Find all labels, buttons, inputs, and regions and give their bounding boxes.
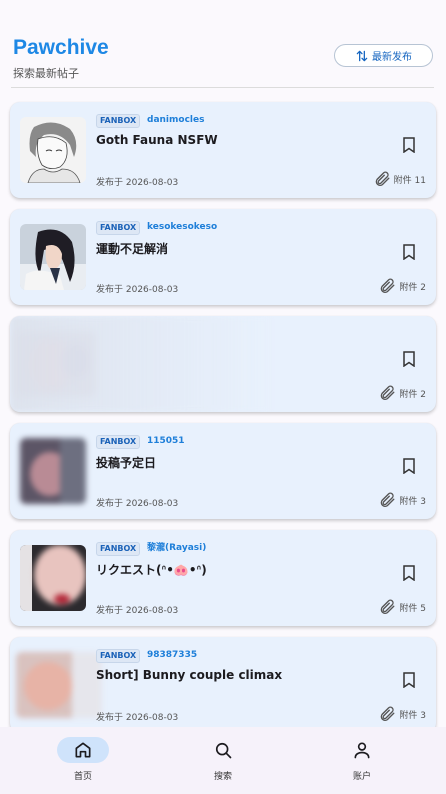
author-link[interactable]: 黎瀧(Rayasi) — [147, 542, 206, 554]
post-card[interactable]: FANBOX 115051 投稿予定日 发布于 2026-08-03 附件 3 — [10, 423, 436, 519]
bottom-navigation: 首页 搜索 账户 — [0, 727, 446, 794]
post-title: リクエスト(ᐢ•🐽•ᐢ) — [96, 563, 207, 577]
bookmark-icon[interactable] — [402, 351, 416, 367]
author-link[interactable]: kesokesokeso — [147, 221, 217, 233]
post-thumbnail — [20, 117, 86, 183]
platform-tag: FANBOX — [96, 114, 141, 128]
paperclip-icon — [381, 492, 395, 507]
post-thumbnail — [20, 545, 86, 611]
attachment-label: 附件 5 — [399, 603, 426, 614]
post-date: 发布于 2026-08-03 — [96, 178, 179, 188]
post-title: 運動不足解消 — [96, 242, 169, 256]
nav-account[interactable]: 账户 — [322, 737, 402, 787]
attachment-count: 附件 11 — [373, 170, 426, 188]
attachment-count: 附件 3 — [378, 705, 426, 723]
attachment-label: 附件 11 — [393, 175, 426, 186]
post-card[interactable]: FANBOX 98387335 Short] Bunny couple clim… — [10, 637, 436, 733]
paperclip-icon — [375, 171, 390, 186]
attachment-count: 附件 2 — [378, 384, 426, 402]
author-link[interactable]: 115051 — [147, 435, 185, 447]
bookmark-icon[interactable] — [402, 458, 416, 474]
nav-search[interactable]: 搜索 — [183, 737, 263, 787]
platform-tag: FANBOX — [96, 221, 141, 235]
author-link[interactable]: danimocles — [147, 114, 204, 126]
post-thumbnail — [20, 224, 86, 290]
attachment-label: 附件 2 — [399, 282, 426, 293]
paperclip-icon — [381, 599, 395, 614]
platform-tag: FANBOX — [96, 649, 141, 663]
post-date: 发布于 2026-08-03 — [96, 606, 179, 616]
person-icon — [354, 742, 370, 759]
post-date: 发布于 2026-08-03 — [96, 499, 179, 509]
bookmark-icon[interactable] — [402, 565, 416, 581]
bookmark-icon[interactable] — [402, 137, 416, 153]
post-card[interactable]: FANBOX kesokesokeso 運動不足解消 发布于 2026-08-0… — [10, 209, 436, 305]
attachment-count: 附件 5 — [378, 598, 426, 616]
author-link[interactable]: 98387335 — [147, 649, 197, 661]
nav-account-label: 账户 — [352, 772, 371, 782]
app-subtitle: 探索最新帖子 — [13, 67, 79, 80]
attachment-label: 附件 3 — [399, 496, 426, 507]
paperclip-icon — [381, 278, 395, 293]
post-thumbnail — [16, 652, 102, 718]
post-card[interactable]: FANBOX danimocles Goth Fauna NSFW 发布于 20… — [10, 102, 436, 198]
post-title: Goth Fauna NSFW — [96, 133, 218, 147]
paperclip-icon — [381, 385, 395, 400]
nav-home-label: 首页 — [73, 772, 92, 782]
post-card[interactable]: 附件 2 — [10, 316, 436, 412]
paperclip-icon — [381, 706, 395, 721]
nav-search-indicator — [197, 737, 249, 763]
nav-account-indicator — [336, 737, 388, 763]
nav-home-indicator — [57, 737, 109, 763]
bookmark-icon[interactable] — [402, 244, 416, 260]
post-title: 投稿予定日 — [96, 456, 157, 470]
sort-button[interactable]: 最新发布 — [334, 44, 433, 67]
search-icon — [215, 742, 232, 759]
home-icon — [75, 742, 91, 758]
attachment-label: 附件 3 — [399, 710, 426, 721]
attachment-label: 附件 2 — [399, 389, 426, 400]
nav-home[interactable]: 首页 — [43, 737, 123, 787]
blur-overlay — [10, 316, 270, 412]
post-thumbnail — [20, 438, 86, 504]
attachment-count: 附件 3 — [378, 491, 426, 509]
sort-label: 最新发布 — [372, 52, 412, 63]
platform-tag: FANBOX — [96, 435, 141, 449]
post-card[interactable]: FANBOX 黎瀧(Rayasi) リクエスト(ᐢ•🐽•ᐢ) 发布于 2026-… — [10, 530, 436, 626]
app-header: Pawchive 探索最新帖子 最新发布 — [0, 20, 446, 88]
post-title: Short] Bunny couple climax — [96, 668, 283, 682]
platform-tag: FANBOX — [96, 542, 141, 556]
header-divider — [11, 87, 434, 88]
attachment-count: 附件 2 — [378, 277, 426, 295]
post-date: 发布于 2026-08-03 — [96, 713, 179, 723]
bookmark-icon[interactable] — [402, 672, 416, 688]
post-date: 发布于 2026-08-03 — [96, 285, 179, 295]
nav-search-label: 搜索 — [213, 772, 232, 782]
sort-icon — [356, 50, 368, 61]
app-title: Pawchive — [13, 36, 109, 59]
